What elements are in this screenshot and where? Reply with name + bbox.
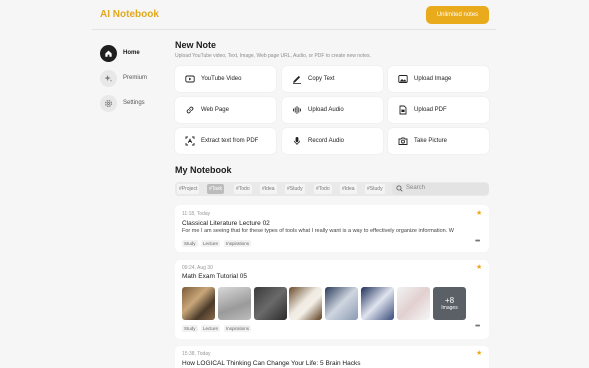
card-label: Upload Image [414, 76, 452, 82]
unlimited-notes-button[interactable]: Unlimited notes [426, 6, 489, 24]
note-tag: Lecture [201, 240, 221, 247]
note-title: Math Exam Tutorial 05 [182, 273, 248, 280]
take-picture-card[interactable]: Take Picture [388, 128, 489, 154]
note-image-thumbnail[interactable] [361, 287, 394, 320]
scan-icon [185, 136, 195, 146]
note-timestamp: 11:18, Today [182, 211, 211, 217]
record-audio-card[interactable]: Record Audio [282, 128, 383, 154]
search-input[interactable]: Search [392, 183, 489, 195]
gear-icon [100, 94, 117, 112]
note-tag: Inspirations [224, 240, 252, 247]
note-tag: Study [182, 240, 198, 247]
sparkle-icon [100, 69, 117, 87]
extract-text-card[interactable]: Extract text from PDF [175, 128, 276, 154]
youtube-icon [185, 75, 195, 83]
note-timestamp: 15:38, Today [182, 351, 211, 357]
image-icon [398, 75, 408, 83]
card-label: Copy Text [308, 76, 335, 82]
sidebar-item-premium[interactable]: Premium [100, 69, 170, 87]
card-label: YouTube Video [201, 76, 242, 82]
more-images-count: +8 [444, 296, 455, 305]
note-image-thumbnail[interactable] [325, 287, 358, 320]
note-timestamp: 09:24, Aug 30 [182, 265, 213, 271]
app-logo: AI Notebook [100, 9, 159, 20]
tag-chip[interactable]: #Idea [260, 184, 277, 194]
star-icon[interactable]: ★ [476, 349, 482, 357]
youtube-video-card[interactable]: YouTube Video [175, 66, 276, 92]
sidebar-item-label: Premium [123, 75, 148, 81]
new-note-subtitle: Upload YouTube video, Text, Image, Web p… [175, 53, 371, 59]
app-header [0, 0, 589, 30]
note-card[interactable]: 09:24, Aug 30 ★ Math Exam Tutorial 05 +8… [175, 260, 489, 339]
tag-chip[interactable]: #Project [177, 184, 200, 194]
star-icon[interactable]: ★ [476, 209, 482, 217]
new-note-title: New Note [175, 40, 217, 50]
tag-chip[interactable]: #Todo [234, 184, 252, 194]
sidebar-item-settings[interactable]: Settings [100, 94, 170, 112]
more-options-icon[interactable]: ••• [475, 238, 480, 245]
more-images-label: Images [441, 305, 458, 311]
tag-chip[interactable]: #Todo [314, 184, 332, 194]
upload-pdf-card[interactable]: Upload PDF [388, 97, 489, 123]
card-label: Upload PDF [414, 107, 447, 113]
card-label: Web Page [201, 107, 229, 113]
note-image-thumbnail[interactable] [218, 287, 251, 320]
web-page-card[interactable]: Web Page [175, 97, 276, 123]
note-card[interactable]: 11:18, Today ★ Classical Literature Lect… [175, 205, 489, 252]
tag-chip[interactable]: #Study [285, 184, 305, 194]
pdf-icon [399, 105, 407, 115]
upload-audio-card[interactable]: Upload Audio [282, 97, 383, 123]
note-image-thumbnail[interactable] [182, 287, 215, 320]
search-placeholder: Search [406, 185, 426, 191]
card-label: Upload Audio [308, 107, 344, 113]
audio-wave-icon [293, 106, 301, 114]
note-tag: Inspirations [224, 325, 252, 332]
tag-filter-bar: #Project #Task #Todo #Idea #Study #Todo … [175, 182, 489, 196]
my-notebook-title: My Notebook [175, 165, 232, 175]
camera-icon [398, 137, 408, 145]
sidebar-item-label: Home [123, 50, 140, 56]
card-label: Extract text from PDF [201, 138, 259, 144]
tag-chip[interactable]: #Idea [340, 184, 357, 194]
sidebar-item-label: Settings [123, 100, 145, 106]
tag-chip[interactable]: #Study [365, 184, 385, 194]
more-options-icon[interactable]: ••• [475, 323, 480, 330]
pencil-icon [293, 75, 301, 84]
note-body: For me I am seeing that for these types … [182, 228, 454, 234]
home-icon [100, 44, 117, 62]
card-label: Record Audio [308, 138, 345, 144]
more-images-tile[interactable]: +8 Images [433, 287, 466, 320]
note-image-thumbnail[interactable] [289, 287, 322, 320]
search-icon [396, 185, 403, 192]
microphone-icon [294, 137, 300, 145]
star-icon[interactable]: ★ [476, 263, 482, 271]
note-image-thumbnail[interactable] [397, 287, 430, 320]
note-tag: Study [182, 325, 198, 332]
header-divider [92, 29, 496, 30]
note-tag: Lecture [201, 325, 221, 332]
note-card[interactable]: 15:38, Today ★ How LOGICAL Thinking Can … [175, 346, 489, 368]
tag-chip-selected[interactable]: #Task [207, 184, 225, 194]
note-title: How LOGICAL Thinking Can Change Your Lif… [182, 360, 361, 367]
note-image-thumbnail[interactable] [254, 287, 287, 320]
upload-image-card[interactable]: Upload Image [388, 66, 489, 92]
note-title: Classical Literature Lecture 02 [182, 220, 270, 227]
card-label: Take Picture [414, 138, 448, 144]
copy-text-card[interactable]: Copy Text [282, 66, 383, 92]
link-icon [186, 106, 194, 114]
sidebar-item-home[interactable]: Home [100, 44, 170, 62]
